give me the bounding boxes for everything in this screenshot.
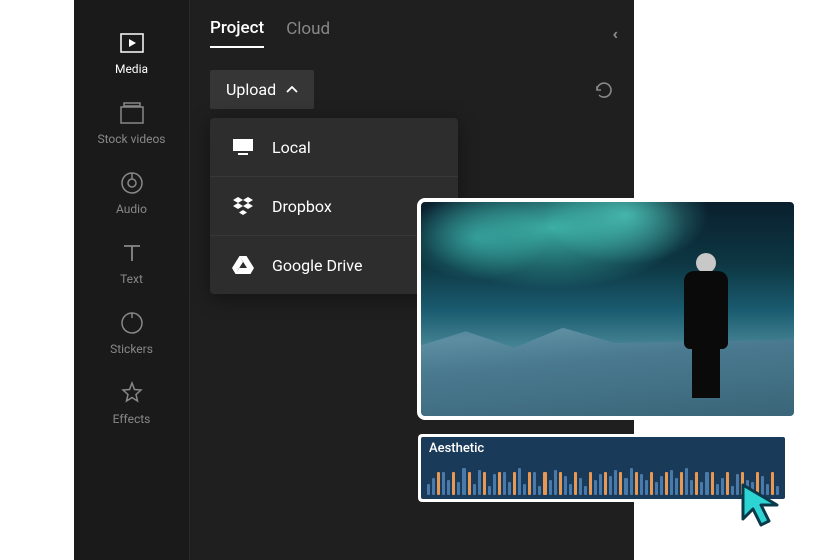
- tabs: Project Cloud ‹‹: [210, 18, 614, 48]
- upload-button[interactable]: Upload: [210, 70, 314, 109]
- sidebar-item-stickers[interactable]: Stickers: [74, 298, 189, 368]
- tab-cloud[interactable]: Cloud: [286, 19, 330, 47]
- stickers-icon: [119, 310, 145, 336]
- gdrive-icon: [232, 254, 254, 276]
- upload-option-label: Local: [272, 138, 311, 157]
- sidebar-item-label: Text: [120, 272, 143, 286]
- collapse-panel-icon[interactable]: ‹‹: [612, 24, 614, 43]
- effects-icon: [119, 380, 145, 406]
- sidebar-item-media[interactable]: Media: [74, 18, 189, 88]
- audio-clip-label: Aesthetic: [429, 441, 484, 456]
- upload-option-local[interactable]: Local: [210, 118, 458, 177]
- local-icon: [232, 136, 254, 158]
- sidebar-item-stock-videos[interactable]: Stock videos: [74, 88, 189, 158]
- media-thumbnail[interactable]: [417, 198, 798, 420]
- tab-project[interactable]: Project: [210, 18, 264, 48]
- refresh-button[interactable]: [594, 80, 614, 100]
- cursor-icon: [739, 481, 787, 529]
- sidebar-item-audio[interactable]: Audio: [74, 158, 189, 228]
- stock-icon: [119, 100, 145, 126]
- upload-option-label: Google Drive: [272, 256, 362, 275]
- upload-label: Upload: [226, 80, 276, 99]
- chevron-up-icon: [286, 86, 298, 94]
- media-icon: [119, 30, 145, 56]
- text-icon: [119, 240, 145, 266]
- sidebar-item-label: Effects: [113, 412, 151, 426]
- sidebar-item-text[interactable]: Text: [74, 228, 189, 298]
- sidebar: Media Stock videos Audio Text Stickers E…: [74, 0, 190, 560]
- refresh-icon: [594, 80, 614, 100]
- audio-clip[interactable]: Aesthetic: [418, 434, 788, 502]
- aurora-bg: [421, 202, 794, 330]
- sidebar-item-label: Audio: [116, 202, 147, 216]
- dropbox-icon: [232, 195, 254, 217]
- upload-option-label: Dropbox: [272, 197, 332, 216]
- person-silhouette: [678, 253, 734, 398]
- sidebar-item-effects[interactable]: Effects: [74, 368, 189, 438]
- sidebar-item-label: Media: [115, 62, 148, 76]
- sidebar-item-label: Stickers: [110, 342, 153, 356]
- waveform: [427, 457, 779, 495]
- sidebar-item-label: Stock videos: [97, 132, 165, 146]
- audio-icon: [119, 170, 145, 196]
